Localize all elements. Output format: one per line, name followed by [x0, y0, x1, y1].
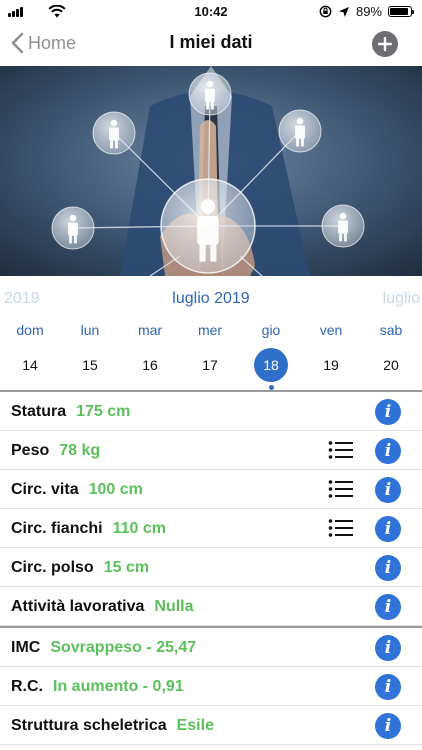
calendar-date-selected[interactable]: 18 — [254, 348, 288, 382]
row-label-group: R.C. In aumento - 0,91 — [11, 678, 184, 696]
calendar-date[interactable]: 19 — [314, 348, 348, 382]
data-row[interactable]: Peso 78 kg i — [0, 431, 422, 470]
chevron-left-icon — [11, 32, 24, 54]
weekday-label: dom — [16, 322, 44, 338]
orientation-lock-icon — [319, 5, 332, 18]
row-value: 175 cm — [76, 403, 131, 420]
month-header: 2019 luglio 2019 luglio — [0, 276, 422, 320]
weekday-label: ven — [319, 322, 343, 338]
battery-percent: 89% — [355, 4, 382, 19]
history-list-icon[interactable] — [328, 440, 354, 460]
info-icon[interactable]: i — [375, 635, 401, 661]
plus-icon — [378, 37, 392, 51]
weekday-label: mar — [137, 322, 163, 338]
back-button[interactable]: Home — [10, 32, 76, 54]
row-label: Peso — [11, 442, 50, 459]
row-label-group: Statura 175 cm — [11, 403, 130, 421]
results-list: IMC Sovrappeso - 25,47 i R.C. In aumento - 0… — [0, 628, 422, 745]
data-row[interactable]: R.C. In aumento - 0,91 i — [0, 667, 422, 706]
row-label: Attività lavorativa — [11, 598, 145, 615]
week-calendar: 2019 luglio 2019 luglio dom lun mar mer gio v… — [0, 276, 422, 390]
measures-list: Statura 175 cm i Peso 78 kg i Circ. vita 100 cm… — [0, 392, 422, 626]
row-value: Sovrappeso - 25,47 — [50, 639, 197, 656]
calendar-date[interactable]: 20 — [374, 348, 408, 382]
row-label-group: IMC Sovrappeso - 25,47 — [11, 639, 196, 657]
data-row[interactable]: Circ. vita 100 cm i — [0, 470, 422, 509]
info-icon[interactable]: i — [375, 438, 401, 464]
info-icon[interactable]: i — [375, 516, 401, 542]
calendar-date[interactable]: 17 — [193, 348, 227, 382]
row-value: 110 cm — [112, 520, 166, 537]
weekday-label: mer — [197, 322, 223, 338]
history-list-icon[interactable] — [328, 518, 354, 538]
weekday-label: lun — [80, 322, 100, 338]
history-list-icon[interactable] — [328, 479, 354, 499]
weekday-label: sab — [379, 322, 403, 338]
weekday-labels: dom lun mar mer gio ven sab — [0, 320, 422, 346]
calendar-date[interactable]: 14 — [13, 348, 47, 382]
weekday-label: gio — [261, 322, 281, 338]
row-label: Circ. fianchi — [11, 520, 103, 537]
row-label: Circ. vita — [11, 481, 79, 498]
row-label: Statura — [11, 403, 67, 420]
row-label-group: Struttura scheletrica Esile — [11, 717, 214, 735]
info-icon[interactable]: i — [375, 674, 401, 700]
row-value: In aumento - 0,91 — [53, 678, 184, 695]
data-row[interactable]: Circ. polso 15 cm i — [0, 548, 422, 587]
info-icon[interactable]: i — [375, 594, 401, 620]
data-row[interactable]: Circ. fianchi 110 cm i — [0, 509, 422, 548]
current-month-label: luglio 2019 — [172, 290, 250, 307]
row-label: R.C. — [11, 678, 43, 695]
row-label-group: Attività lavorativa Nulla — [11, 598, 194, 616]
info-icon[interactable]: i — [375, 477, 401, 503]
data-row[interactable]: Attività lavorativa Nulla i — [0, 587, 422, 626]
row-value: Nulla — [154, 598, 194, 615]
data-row[interactable]: IMC Sovrappeso - 25,47 i — [0, 628, 422, 667]
info-icon[interactable]: i — [375, 555, 401, 581]
next-month-label[interactable]: luglio — [383, 290, 420, 308]
calendar-date[interactable]: 15 — [73, 348, 107, 382]
data-row[interactable]: Statura 175 cm i — [0, 392, 422, 431]
row-label-group: Peso 78 kg — [11, 442, 100, 460]
row-label-group: Circ. fianchi 110 cm — [11, 520, 166, 538]
row-value: 78 kg — [59, 442, 101, 459]
row-label-group: Circ. polso 15 cm — [11, 559, 149, 577]
row-value: 15 cm — [103, 559, 150, 576]
add-button[interactable] — [372, 31, 398, 57]
data-row[interactable]: Struttura scheletrica Esile i — [0, 706, 422, 745]
row-label: IMC — [11, 639, 41, 656]
status-bar: 10:42 89% — [0, 0, 422, 24]
row-value: 100 cm — [88, 481, 143, 498]
week-dates: 14 15 16 17 18 19 20 — [0, 346, 422, 390]
network-people-illustration — [0, 66, 422, 276]
row-value: Esile — [176, 717, 214, 734]
battery-icon — [388, 6, 414, 17]
hero-image — [0, 66, 422, 276]
navigation-bar: Home I miei dati — [0, 24, 422, 66]
row-label-group: Circ. vita 100 cm — [11, 481, 143, 499]
location-arrow-icon — [338, 6, 349, 17]
row-label: Circ. polso — [11, 559, 94, 576]
info-icon[interactable]: i — [375, 713, 401, 739]
back-button-label: Home — [28, 32, 77, 53]
info-icon[interactable]: i — [375, 399, 401, 425]
row-label: Struttura scheletrica — [11, 717, 167, 734]
calendar-date[interactable]: 16 — [133, 348, 167, 382]
